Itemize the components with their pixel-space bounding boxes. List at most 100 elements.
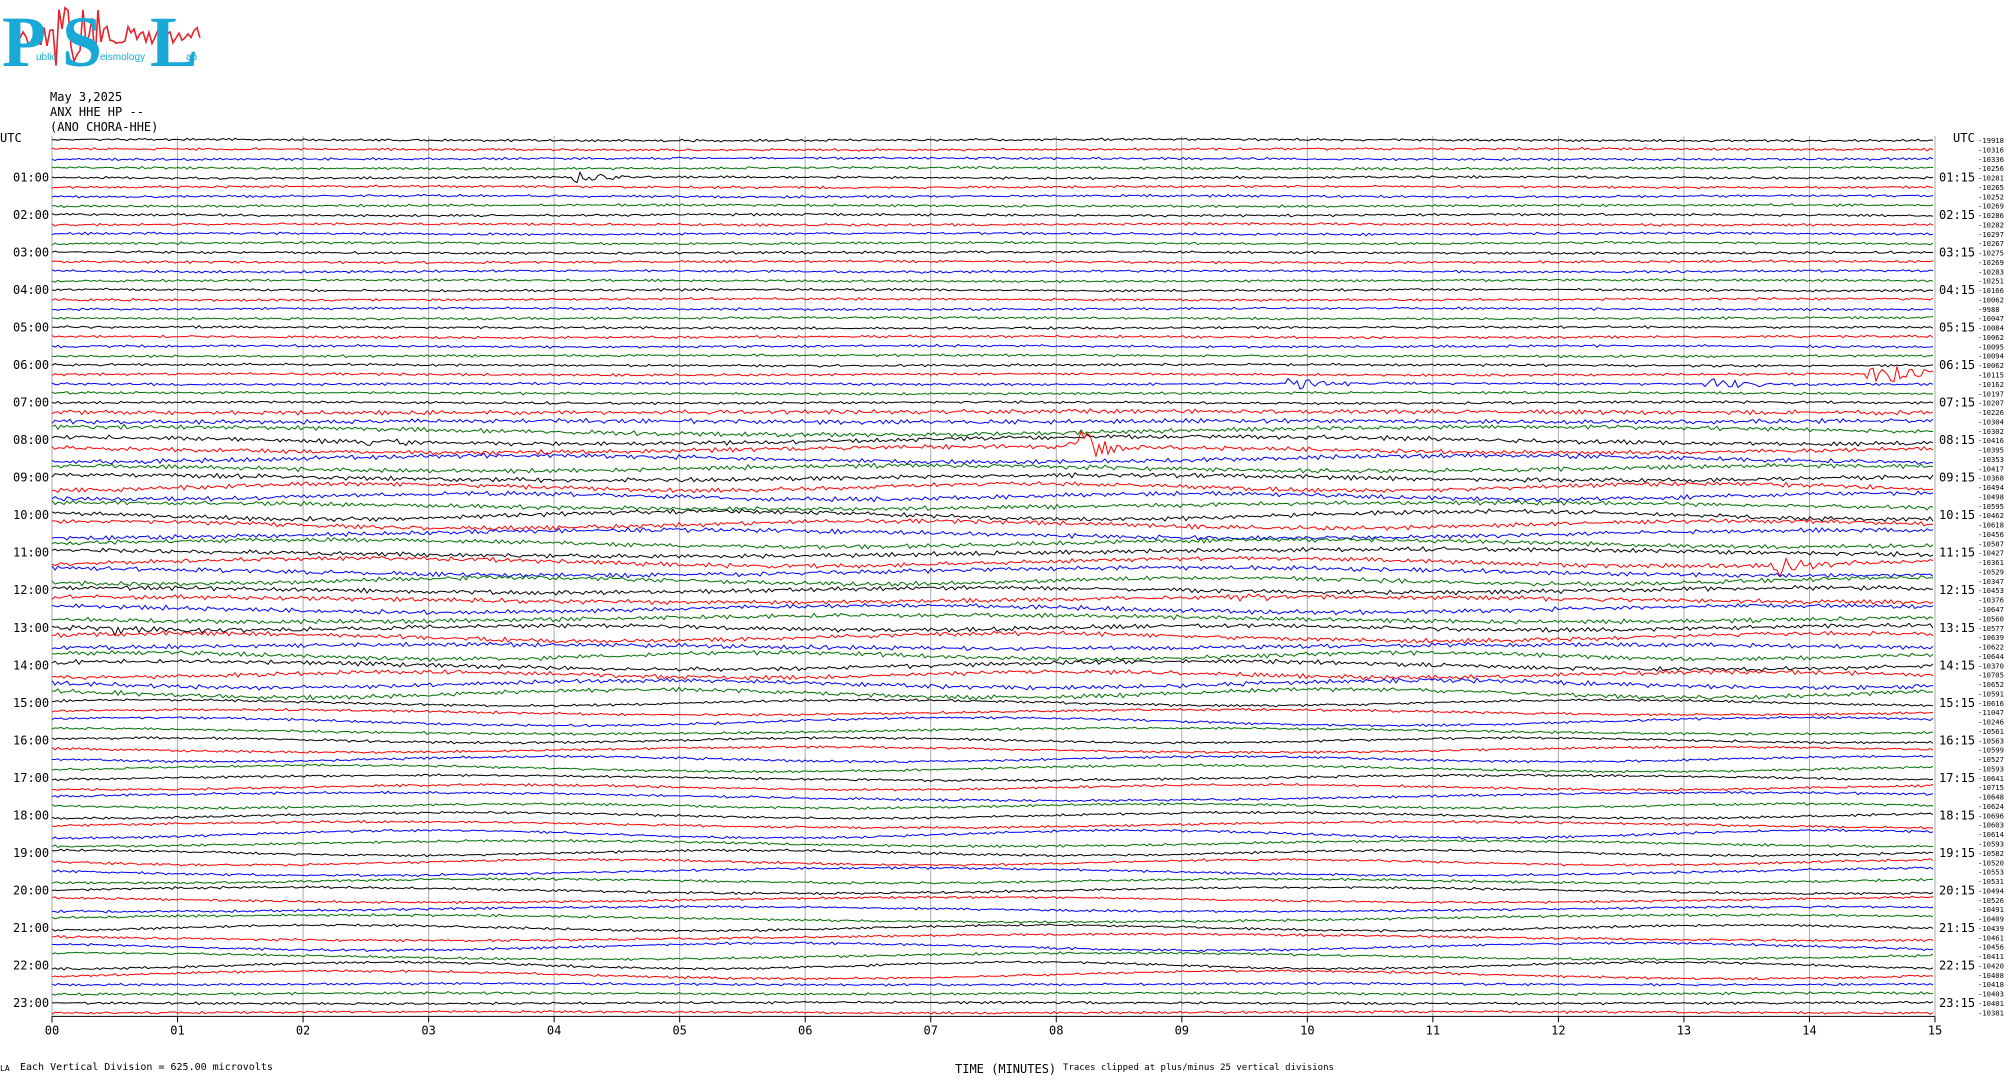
trace-offset-label: -10095 [1978, 342, 2004, 351]
trace-offset-label: -10062 [1978, 295, 2004, 304]
trace-offset-label: -10622 [1978, 643, 2004, 652]
header-block: May 3,2025 ANX HHE HP -- (ANO CHORA-HHE) [50, 90, 158, 135]
trace-offset-label: -10456 [1978, 530, 2004, 539]
seismogram-trace [51, 334, 1934, 340]
trace-offset-label: -10696 [1978, 811, 2004, 820]
trace-offset-label: -10286 [1978, 211, 2004, 220]
seismogram-trace [51, 400, 1934, 406]
seismogram-trace [51, 417, 1934, 426]
right-hour-label: 22:15 [1939, 958, 1975, 972]
seismogram-trace [51, 726, 1934, 736]
trace-offset-label: -10529 [1978, 567, 2004, 576]
seismogram-trace [51, 857, 1934, 867]
seismogram-trace [51, 819, 1934, 830]
seismogram-trace [51, 574, 1934, 587]
seismogram-chart: 00 01 02 03 04 05 06 07 08 09 10 11 12 13 14 15-19918-1… [0, 131, 2004, 1037]
right-hour-label: 13:15 [1939, 621, 1975, 635]
trace-offset-label: -10062 [1978, 333, 2004, 342]
trace-offset-label: -10526 [1978, 896, 2004, 905]
trace-offset-label: -10376 [1978, 596, 2004, 605]
seismogram-trace [51, 156, 1934, 162]
trace-offset-label: -10361 [1978, 558, 2004, 567]
trace-offset-label: -10094 [1978, 352, 2004, 361]
left-hour-label: 03:00 [13, 246, 49, 260]
trace-offset-label: -10453 [1978, 586, 2004, 595]
seismogram-trace [51, 146, 1934, 152]
trace-offset-label: -10461 [1978, 933, 2004, 942]
trace-offset-label: -10297 [1978, 230, 2004, 239]
seismogram-trace [51, 430, 1934, 459]
left-hour-label: 01:00 [13, 171, 49, 185]
trace-offset-label: -10456 [1978, 943, 2004, 952]
left-hour-label: 14:00 [13, 658, 49, 672]
logo-letter-l: L [150, 2, 198, 76]
logo-letter-p: P [2, 2, 46, 76]
seismogram-trace [51, 564, 1934, 579]
trace-offset-label: -19918 [1978, 136, 2004, 145]
seismogram-trace [51, 366, 1934, 383]
x-tick-label: 10 [1300, 1023, 1314, 1037]
right-hour-label: 09:15 [1939, 471, 1975, 485]
left-hour-label: 19:00 [13, 846, 49, 860]
trace-offset-label: -10336 [1978, 155, 2004, 164]
trace-offset-label: -10527 [1978, 755, 2004, 764]
seismogram-trace [51, 913, 1934, 924]
trace-offset-label: -10593 [1978, 840, 2004, 849]
right-hour-label: 18:15 [1939, 808, 1975, 822]
trace-offset-label: -10705 [1978, 671, 2004, 680]
left-hour-label: 05:00 [13, 321, 49, 335]
left-hour-label: 15:00 [13, 696, 49, 710]
trace-offset-label: -10520 [1978, 858, 2004, 867]
trace-offset-label: -10553 [1978, 868, 2004, 877]
seismogram-trace [51, 904, 1934, 914]
x-axis-title: TIME (MINUTES) [955, 1062, 1057, 1076]
trace-offset-label: -10282 [1978, 220, 2004, 229]
trace-offset-label: -10408 [1978, 971, 2004, 980]
trace-offset-label: -10403 [1978, 990, 2004, 999]
x-tick-label: 01 [170, 1023, 184, 1037]
trace-offset-label: -10252 [1978, 192, 2004, 201]
x-tick-label: 03 [421, 1023, 435, 1037]
seismogram-trace [51, 259, 1934, 265]
trace-offset-label: -10267 [1978, 239, 2004, 248]
trace-offset-label: -10498 [1978, 492, 2004, 501]
seismogram-trace [51, 773, 1934, 783]
seismogram-trace [51, 877, 1934, 885]
seismogram-trace [51, 250, 1934, 256]
left-hour-label: 08:00 [13, 433, 49, 447]
seismogram-trace [51, 707, 1934, 717]
seismogram-trace [51, 499, 1934, 512]
right-hour-label: 05:15 [1939, 321, 1975, 335]
right-hour-label: 02:15 [1939, 208, 1975, 222]
seismogram-trace [51, 480, 1934, 494]
seismogram-trace [51, 895, 1934, 905]
seismogram-trace [51, 231, 1934, 237]
trace-offset-label: -10401 [1978, 999, 2004, 1008]
x-tick-label: 06 [798, 1023, 812, 1037]
x-tick-label: 04 [547, 1023, 561, 1037]
logo-small-text-1: ublic [36, 52, 57, 63]
right-hour-label: 19:15 [1939, 846, 1975, 860]
right-hour-label: 08:15 [1939, 433, 1975, 447]
seismogram-trace [51, 353, 1934, 359]
left-hour-label: 09:00 [13, 471, 49, 485]
right-hour-label: 07:15 [1939, 396, 1975, 410]
trace-offset-label: -9988 [1978, 305, 2000, 314]
seismogram-trace [51, 641, 1934, 652]
left-hour-label: 20:00 [13, 883, 49, 897]
trace-offset-label: -10491 [1978, 905, 2004, 914]
seismogram-trace [51, 212, 1934, 218]
x-tick-label: 12 [1551, 1023, 1565, 1037]
trace-offset-label: -10648 [1978, 793, 2004, 802]
seismogram-trace [51, 222, 1934, 227]
trace-offset-label: -10595 [1978, 502, 2004, 511]
trace-offset-label: -10166 [1978, 286, 2004, 295]
left-hour-label: 12:00 [13, 583, 49, 597]
seismogram-trace [51, 377, 1934, 390]
left-hour-label: 06:00 [13, 358, 49, 372]
psl-logo: P S L ublic eismology ab [2, 2, 201, 76]
logo-letter-s: S [62, 2, 102, 76]
seismogram-trace [51, 1009, 1934, 1015]
trace-offset-label: -10647 [1978, 605, 2004, 614]
seismogram-trace [51, 240, 1934, 246]
